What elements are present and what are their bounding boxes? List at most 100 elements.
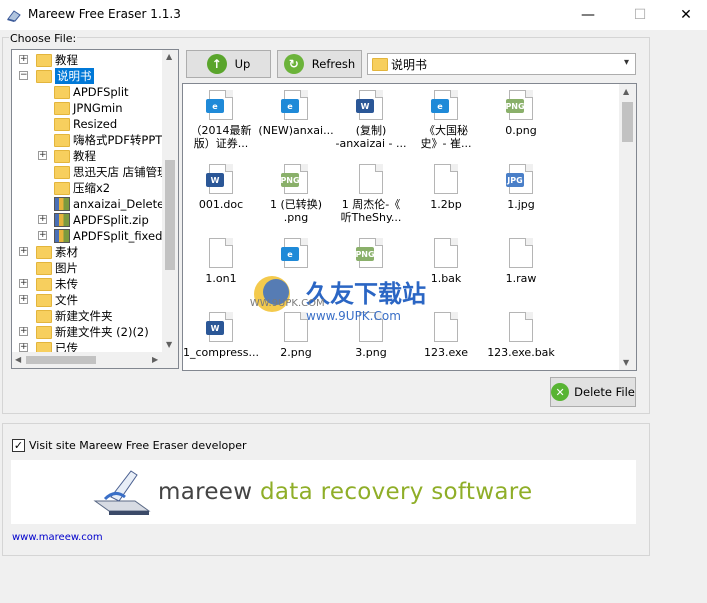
tree-item[interactable]: + 已传 bbox=[19, 340, 78, 352]
file-item[interactable]: e （2014最新 版）证券... bbox=[183, 90, 259, 150]
tree-item[interactable]: anxaizai_Deleted.zi bbox=[54, 196, 164, 212]
tree-item-label: 图片 bbox=[55, 261, 78, 275]
tree-item-label: anxaizai_Deleted.zi bbox=[73, 197, 164, 211]
tree-item[interactable]: + 素材 bbox=[19, 244, 78, 260]
expand-icon[interactable]: + bbox=[19, 55, 28, 64]
file-item[interactable]: e 《大国秘 史》- 崔... bbox=[408, 90, 484, 150]
file-name: 123.exe.bak bbox=[487, 346, 555, 359]
tree-item[interactable]: 嗨格式PDF转PPT bbox=[54, 132, 162, 148]
collapse-icon[interactable]: − bbox=[19, 71, 28, 80]
file-item[interactable]: PNG 0.png bbox=[483, 90, 559, 137]
tree-item[interactable]: 新建文件夹 bbox=[36, 308, 113, 324]
tree-item-label: Resized bbox=[73, 117, 118, 131]
expand-icon[interactable]: + bbox=[38, 215, 47, 224]
file-item[interactable]: 1.2bp bbox=[408, 164, 484, 211]
minimize-button[interactable]: — bbox=[565, 0, 611, 30]
tree-item[interactable]: + APDFSplit_fixed.zip bbox=[38, 228, 164, 244]
file-list-scroll-thumb[interactable] bbox=[622, 102, 633, 142]
file-item[interactable]: PNG bbox=[333, 238, 409, 272]
expand-icon[interactable]: + bbox=[19, 327, 28, 336]
file-name: 1.on1 bbox=[205, 272, 237, 285]
mareew-banner[interactable]: mareew data recovery software bbox=[11, 460, 636, 524]
file-item[interactable]: PNG 1 (已转换) .png bbox=[258, 164, 334, 224]
tree-item[interactable]: + 教程 bbox=[38, 148, 96, 164]
scroll-down-arrow-icon[interactable]: ▼ bbox=[623, 358, 629, 367]
expand-icon[interactable]: + bbox=[38, 151, 47, 160]
file-item[interactable]: 1.raw bbox=[483, 238, 559, 285]
tree-horizontal-scroll-thumb[interactable] bbox=[26, 356, 96, 364]
close-button[interactable]: ✕ bbox=[663, 0, 707, 30]
current-folder-dropdown[interactable]: 说明书 ▾ bbox=[367, 53, 636, 75]
file-item[interactable]: 123.exe.bak bbox=[483, 312, 559, 359]
file-item[interactable]: W (复制) -anxaizai - ... bbox=[333, 90, 409, 150]
scroll-up-arrow-icon[interactable]: ▲ bbox=[623, 87, 629, 96]
expand-icon[interactable]: + bbox=[38, 231, 47, 240]
chevron-down-icon[interactable]: ▾ bbox=[624, 57, 629, 68]
folder-icon bbox=[54, 181, 70, 195]
html-file-icon: e bbox=[431, 90, 458, 120]
tree-item[interactable]: + APDFSplit.zip bbox=[38, 212, 149, 228]
blank-file-icon bbox=[284, 312, 308, 342]
refresh-icon: ↻ bbox=[283, 54, 304, 74]
expand-icon[interactable]: + bbox=[19, 295, 28, 304]
scroll-down-arrow-icon[interactable]: ▼ bbox=[166, 340, 172, 349]
file-name: 1.2bp bbox=[430, 198, 462, 211]
tree-item[interactable]: + 文件 bbox=[19, 292, 78, 308]
file-item[interactable]: 2.png bbox=[258, 312, 334, 359]
tree-item-label: APDFSplit_fixed.zip bbox=[73, 229, 164, 243]
file-item[interactable]: 1 周杰伦-《 听TheShy... bbox=[333, 164, 409, 224]
tree-item-label: 新建文件夹 bbox=[55, 309, 113, 323]
html-file-icon: e bbox=[281, 90, 308, 120]
word-document-icon: W bbox=[356, 90, 383, 120]
tree-vertical-scroll-thumb[interactable] bbox=[165, 160, 175, 270]
up-button[interactable]: ↑ Up bbox=[186, 50, 271, 78]
delete-file-button[interactable]: ✕ Delete File bbox=[550, 377, 636, 407]
tree-vertical-scrollbar[interactable]: ▲ ▼ bbox=[162, 50, 178, 352]
tree-item[interactable]: − 说明书 bbox=[19, 68, 94, 84]
tree-item-label: APDFSplit bbox=[73, 85, 129, 99]
folder-icon bbox=[54, 149, 70, 163]
file-item[interactable]: W 001.doc bbox=[183, 164, 259, 211]
tree-item[interactable]: 压缩x2 bbox=[54, 180, 110, 196]
maximize-button[interactable]: ☐ bbox=[617, 0, 663, 30]
file-item[interactable]: JPG 1.jpg bbox=[483, 164, 559, 211]
refresh-button[interactable]: ↻ Refresh bbox=[277, 50, 362, 78]
tree-item[interactable]: APDFSplit bbox=[54, 84, 129, 100]
visit-site-label[interactable]: Visit site Mareew Free Eraser developer bbox=[29, 439, 247, 452]
file-item[interactable]: 3.png bbox=[333, 312, 409, 359]
scroll-up-arrow-icon[interactable]: ▲ bbox=[166, 52, 172, 61]
file-item[interactable]: 1.bak bbox=[408, 238, 484, 285]
file-name: 1.bak bbox=[430, 272, 462, 285]
refresh-button-label: Refresh bbox=[311, 57, 356, 71]
tree-item-label: 教程 bbox=[55, 53, 78, 67]
tree-item[interactable]: + 未传 bbox=[19, 276, 78, 292]
window-title: Mareew Free Eraser 1.1.3 bbox=[28, 7, 181, 21]
tree-item[interactable]: 图片 bbox=[36, 260, 78, 276]
tree-item[interactable]: 思迅天店 店铺管理 bbox=[54, 164, 164, 180]
expand-icon[interactable]: + bbox=[19, 343, 28, 352]
jpg-image-icon: JPG bbox=[506, 164, 533, 194]
visit-site-checkbox[interactable]: ✓ bbox=[12, 439, 25, 452]
tree-item[interactable]: + 新建文件夹 (2)(2) bbox=[19, 324, 149, 340]
file-item[interactable]: e (NEW)anxai... bbox=[258, 90, 334, 137]
file-item[interactable]: W 1_compress... bbox=[183, 312, 259, 359]
tree-item[interactable]: + 教程 bbox=[19, 52, 78, 68]
tree-item[interactable]: JPNGmin bbox=[54, 100, 123, 116]
scroll-left-arrow-icon[interactable]: ◀ bbox=[15, 355, 21, 364]
tree-item[interactable]: Resized bbox=[54, 116, 117, 132]
file-item[interactable]: 123.exe bbox=[408, 312, 484, 359]
scroll-right-arrow-icon[interactable]: ▶ bbox=[152, 355, 158, 364]
mareew-site-link[interactable]: www.mareew.com bbox=[12, 532, 103, 543]
blank-file-icon bbox=[434, 312, 458, 342]
html-file-icon: e bbox=[206, 90, 233, 120]
file-item[interactable]: e bbox=[258, 238, 334, 272]
delete-file-label: Delete File bbox=[574, 385, 635, 399]
folder-tree[interactable]: + 教程 − 说明书 APDFSplit JPNGmin Resized 嗨格式PDF转PPT… bbox=[11, 49, 179, 369]
file-list[interactable]: e （2014最新 版）证券... e (NEW)anxai... W (复制) -anx… bbox=[182, 83, 637, 371]
expand-icon[interactable]: + bbox=[19, 247, 28, 256]
file-list-vertical-scrollbar[interactable]: ▲ ▼ bbox=[619, 84, 636, 370]
expand-icon[interactable]: + bbox=[19, 279, 28, 288]
edge-file-icon: e bbox=[281, 238, 308, 268]
file-item[interactable]: 1.on1 bbox=[183, 238, 259, 285]
tree-horizontal-scrollbar[interactable]: ◀ ▶ bbox=[12, 352, 178, 368]
